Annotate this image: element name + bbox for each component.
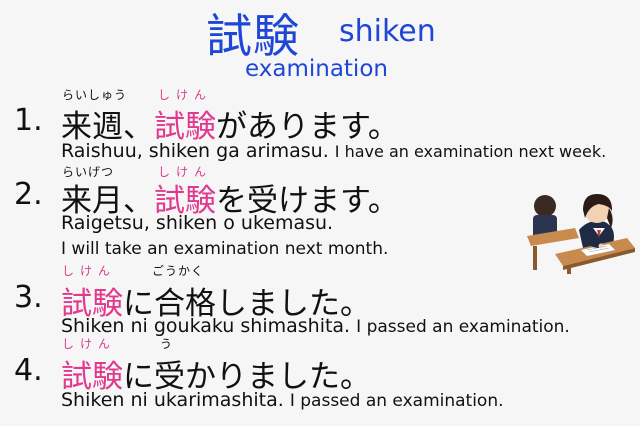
item-number: 2. bbox=[14, 177, 43, 212]
furigana-goukaku: ごうかく bbox=[152, 264, 205, 278]
furigana-shiken: しけん bbox=[62, 264, 117, 278]
romaji-line: Shiken ni goukaku shimashita. I passed a… bbox=[61, 315, 570, 337]
romaji-text: Raishuu, shiken ga arimasu. bbox=[61, 140, 329, 162]
english-translation: I have an examination next week. bbox=[334, 142, 607, 161]
english-translation: I passed an examination. bbox=[356, 317, 570, 337]
romaji-line: Shiken ni ukarimashita. I passed an exam… bbox=[61, 389, 504, 411]
title-english: examination bbox=[245, 56, 388, 82]
english-translation: I passed an examination. bbox=[289, 391, 504, 411]
item-number: 1. bbox=[14, 103, 43, 138]
romaji-line: Raigetsu, shiken o ukemasu. bbox=[61, 212, 334, 234]
title-romaji: shiken bbox=[339, 14, 436, 49]
romaji-text: Shiken ni ukarimashita. bbox=[61, 389, 284, 411]
furigana-shiken: しけん bbox=[62, 337, 117, 351]
item-number: 4. bbox=[14, 353, 43, 388]
english-translation: I will take an examination next month. bbox=[61, 239, 389, 259]
students-taking-exam-illustration bbox=[527, 194, 635, 274]
romaji-text: Shiken ni goukaku shimashita. bbox=[61, 315, 351, 337]
item-number: 3. bbox=[14, 280, 43, 315]
romaji-line: Raishuu, shiken ga arimasu. I have an ex… bbox=[61, 140, 606, 162]
furigana-u: う bbox=[160, 337, 174, 351]
